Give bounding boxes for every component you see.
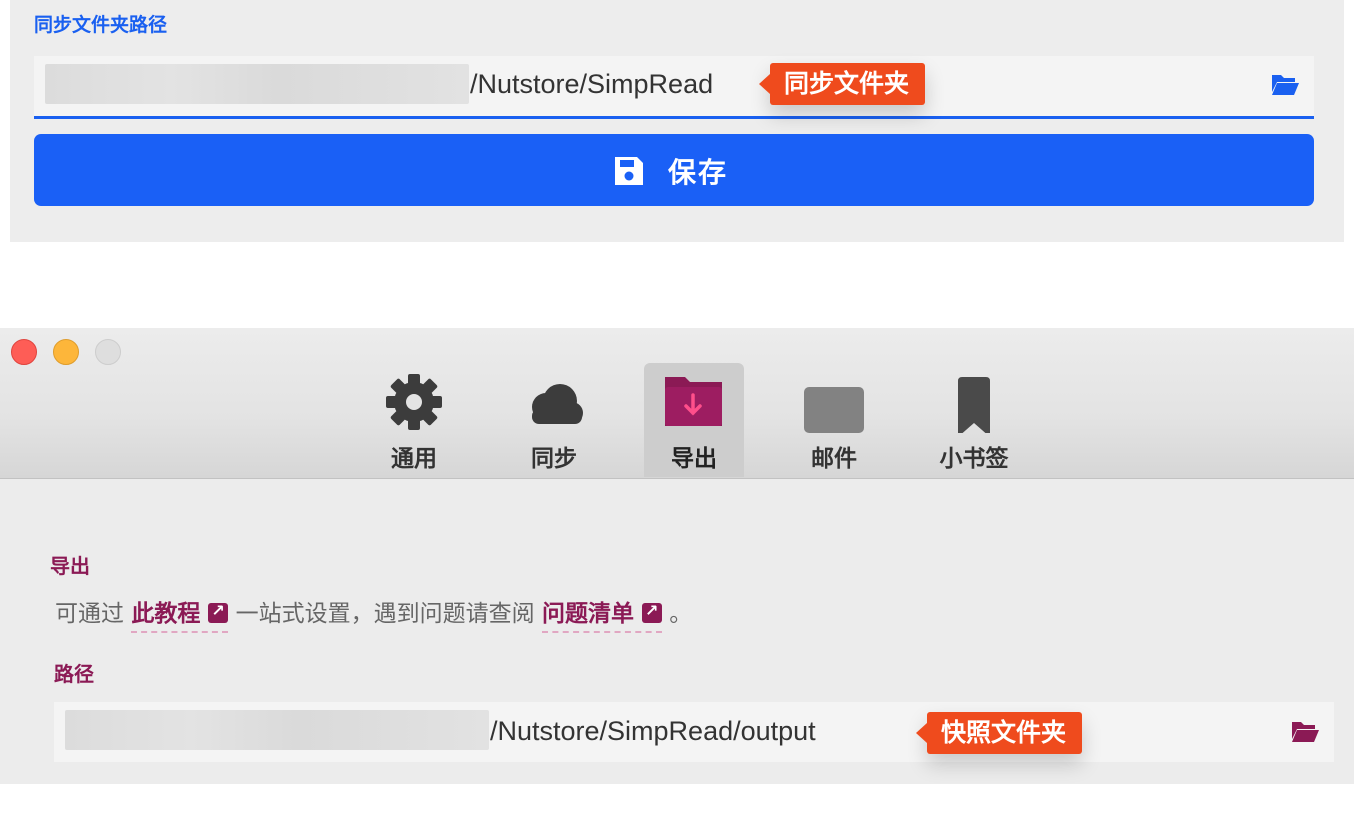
export-hint: 可通过 此教程 一站式设置，遇到问题请查阅 问题清单 。 — [55, 594, 693, 633]
snapshot-folder-callout: 快照文件夹 — [915, 712, 1083, 754]
output-path-text: /Nutstore/SimpRead/output — [490, 716, 816, 746]
sync-folder-label: 同步文件夹路径 — [34, 14, 168, 36]
tab-mail-label: 邮件 — [811, 446, 857, 472]
faq-link-label: 问题清单 — [541, 601, 634, 627]
redacted-path-prefix — [45, 64, 469, 104]
tutorial-link-label: 此教程 — [131, 601, 201, 627]
output-path-field[interactable]: /Nutstore/SimpRead/output 快照文件夹 — [54, 702, 1334, 762]
tab-general[interactable]: 通用 — [364, 363, 464, 477]
save-button[interactable]: 保存 — [34, 134, 1314, 206]
tab-export-label: 导出 — [671, 446, 717, 472]
hint-prefix: 可通过 — [55, 601, 124, 627]
tab-export[interactable]: 导出 — [644, 363, 744, 477]
hint-middle: 一站式设置，遇到问题请查阅 — [235, 601, 535, 627]
tab-mail[interactable]: 邮件 — [784, 363, 884, 477]
sync-settings-panel: 同步文件夹路径 /Nutstore/SimpRead 同步文件夹 保存 — [10, 0, 1344, 242]
floppy-disk-icon — [615, 157, 643, 185]
gear-icon — [386, 374, 442, 430]
hint-suffix: 。 — [669, 601, 693, 627]
export-section-title: 导出 — [50, 554, 90, 578]
tutorial-link[interactable]: 此教程 — [131, 601, 229, 633]
sync-folder-callout: 同步文件夹 — [758, 63, 926, 105]
faq-link[interactable]: 问题清单 — [541, 601, 662, 633]
cloud-icon — [532, 384, 583, 424]
folder-download-icon — [665, 377, 722, 426]
path-section-title: 路径 — [54, 662, 94, 686]
redacted-path-prefix — [65, 710, 489, 750]
external-link-icon — [641, 601, 662, 623]
window-toolbar: 通用 同步 导出 邮件 小书签 — [0, 328, 1354, 479]
mail-icon — [804, 387, 864, 433]
tab-bookmarklet-label: 小书签 — [939, 446, 1009, 472]
tab-general-label: 通用 — [391, 446, 437, 472]
bookmark-icon — [958, 377, 990, 433]
external-link-icon — [208, 601, 229, 623]
tab-bookmarklet[interactable]: 小书签 — [924, 363, 1024, 477]
zoom-window-button[interactable] — [95, 339, 121, 365]
tab-sync-label: 同步 — [531, 446, 577, 472]
folder-open-icon[interactable] — [1290, 719, 1320, 743]
sync-folder-path-field[interactable]: /Nutstore/SimpRead 同步文件夹 — [34, 56, 1314, 119]
folder-open-icon[interactable] — [1270, 72, 1300, 96]
sync-path-text: /Nutstore/SimpRead — [470, 69, 714, 99]
close-window-button[interactable] — [11, 339, 37, 365]
save-label: 保存 — [668, 156, 729, 189]
tab-sync[interactable]: 同步 — [504, 363, 604, 477]
minimize-window-button[interactable] — [53, 339, 79, 365]
preferences-window: 通用 同步 导出 邮件 小书签 导出 可通过 此教程↗ 一站式设置，遇到问题请查… — [0, 328, 1354, 784]
